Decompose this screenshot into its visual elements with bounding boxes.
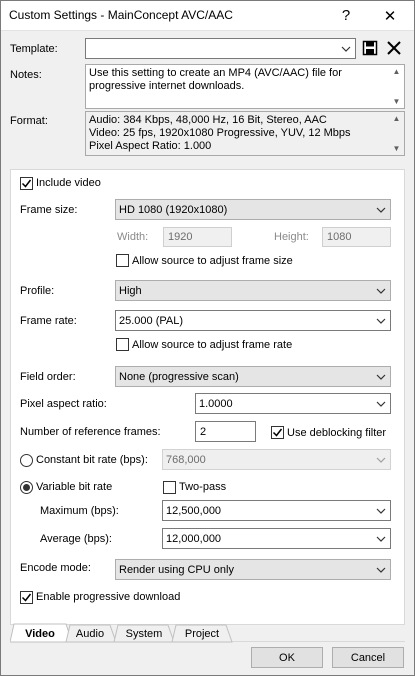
profile-value: High [119, 284, 142, 297]
frame-size-value: HD 1080 (1920x1080) [119, 203, 228, 216]
notes-textarea[interactable]: Use this setting to create an MP4 (AVC/A… [85, 64, 405, 109]
tab-system[interactable]: System [118, 624, 170, 643]
avg-bps-combo[interactable]: 12,000,000 [162, 528, 391, 549]
par-label: Pixel aspect ratio: [20, 398, 107, 410]
title-bar[interactable]: Custom Settings - MainConcept AVC/AAC ? … [0, 0, 415, 31]
template-combo[interactable] [85, 38, 356, 59]
chevron-down-icon [376, 508, 386, 514]
checkmark-icon [21, 179, 32, 188]
chevron-down-icon [376, 207, 386, 213]
cbr-select[interactable]: 768,000 [162, 449, 391, 470]
height-input[interactable]: 1080 [322, 227, 391, 247]
allow-frame-size-label: Allow source to adjust frame size [132, 255, 293, 267]
profile-label: Profile: [20, 285, 55, 297]
field-order-select[interactable]: None (progressive scan) [115, 366, 391, 387]
cbr-value: 768,000 [166, 453, 206, 466]
scroll-down-icon: ▼ [392, 144, 401, 153]
avg-bps-label: Average (bps): [40, 533, 112, 545]
width-label: Width: [117, 231, 149, 243]
vbr-radio[interactable] [20, 481, 33, 494]
delete-template-button[interactable] [386, 40, 402, 56]
notes-label: Notes: [10, 69, 42, 81]
avg-bps-value: 12,000,000 [166, 532, 222, 545]
par-value: 1.0000 [199, 397, 233, 410]
frame-rate-value: 25.000 (PAL) [119, 314, 184, 327]
save-icon [362, 40, 378, 56]
encode-mode-label: Encode mode: [20, 562, 91, 574]
cbr-label: Constant bit rate (bps): [36, 454, 148, 466]
scroll-up-icon: ▲ [392, 67, 401, 76]
close-icon: ✕ [383, 7, 397, 25]
frame-rate-label: Frame rate: [20, 315, 77, 327]
allow-frame-size-checkbox[interactable] [116, 254, 129, 267]
chevron-down-icon [376, 401, 386, 407]
field-order-label: Field order: [20, 371, 76, 383]
cancel-button[interactable]: Cancel [332, 647, 404, 668]
width-value: 1920 [168, 231, 193, 243]
max-bps-label: Maximum (bps): [40, 505, 119, 517]
save-template-button[interactable] [362, 40, 378, 56]
chevron-down-icon [376, 536, 386, 542]
deblocking-checkbox[interactable] [271, 426, 284, 439]
par-combo[interactable]: 1.0000 [195, 393, 391, 414]
format-line: Pixel Aspect Ratio: 1.000 [89, 140, 212, 152]
field-order-value: None (progressive scan) [119, 370, 239, 383]
chevron-down-icon [376, 567, 386, 573]
window-title: Custom Settings - MainConcept AVC/AAC [9, 8, 233, 22]
checkmark-icon [272, 428, 283, 437]
chevron-down-icon [376, 457, 386, 463]
delete-icon [387, 41, 401, 55]
help-icon: ? [341, 7, 351, 24]
format-scrollbar[interactable]: ▲ ▼ [389, 112, 404, 155]
chevron-down-icon [376, 288, 386, 294]
format-line: Video: 25 fps, 1920x1080 Progressive, YU… [89, 127, 351, 139]
help-button[interactable]: ? [324, 0, 368, 31]
deblocking-label: Use deblocking filter [287, 427, 387, 439]
format-textarea[interactable]: Audio: 384 Kbps, 48,000 Hz, 16 Bit, Ster… [85, 111, 405, 156]
height-label: Height: [274, 231, 309, 243]
template-label: Template: [10, 43, 58, 55]
radio-selected-dot [23, 484, 30, 491]
encode-mode-value: Render using CPU only [119, 563, 234, 576]
tab-project[interactable]: Project [176, 624, 228, 643]
chevron-down-icon [341, 46, 351, 52]
ok-button[interactable]: OK [251, 647, 323, 668]
allow-frame-rate-label: Allow source to adjust frame rate [132, 339, 293, 351]
frame-size-select[interactable]: HD 1080 (1920x1080) [115, 199, 391, 220]
ref-frames-input[interactable]: 2 [195, 421, 256, 442]
frame-size-label: Frame size: [20, 204, 78, 216]
encode-mode-select[interactable]: Render using CPU only [115, 559, 391, 580]
width-input[interactable]: 1920 [163, 227, 232, 247]
include-video-checkbox[interactable] [20, 177, 33, 190]
chevron-down-icon [376, 318, 386, 324]
max-bps-value: 12,500,000 [166, 504, 222, 517]
notes-scrollbar[interactable]: ▲ ▼ [389, 65, 404, 108]
notes-text: Use this setting to create an MP4 (AVC/A… [89, 67, 342, 92]
profile-select[interactable]: High [115, 280, 391, 301]
progressive-download-label: Enable progressive download [36, 591, 181, 603]
format-line: Audio: 384 Kbps, 48,000 Hz, 16 Bit, Ster… [89, 114, 327, 126]
format-label: Format: [10, 115, 48, 127]
scroll-up-icon: ▲ [392, 114, 401, 123]
frame-rate-combo[interactable]: 25.000 (PAL) [115, 310, 391, 331]
chevron-down-icon [376, 374, 386, 380]
close-button[interactable]: ✕ [368, 0, 412, 31]
max-bps-combo[interactable]: 12,500,000 [162, 500, 391, 521]
height-value: 1080 [327, 231, 352, 243]
cbr-radio[interactable] [20, 454, 33, 467]
allow-frame-rate-checkbox[interactable] [116, 338, 129, 351]
ref-frames-label: Number of reference frames: [20, 426, 161, 438]
scroll-down-icon: ▼ [392, 97, 401, 106]
include-video-label: Include video [36, 177, 101, 189]
two-pass-label: Two-pass [179, 481, 227, 493]
tab-video[interactable]: Video [14, 624, 66, 643]
tab-audio[interactable]: Audio [68, 624, 112, 643]
vbr-label: Variable bit rate [36, 481, 113, 493]
two-pass-checkbox[interactable] [163, 481, 176, 494]
progressive-download-checkbox[interactable] [20, 591, 33, 604]
checkmark-icon [21, 593, 32, 602]
ref-frames-value: 2 [200, 425, 207, 438]
